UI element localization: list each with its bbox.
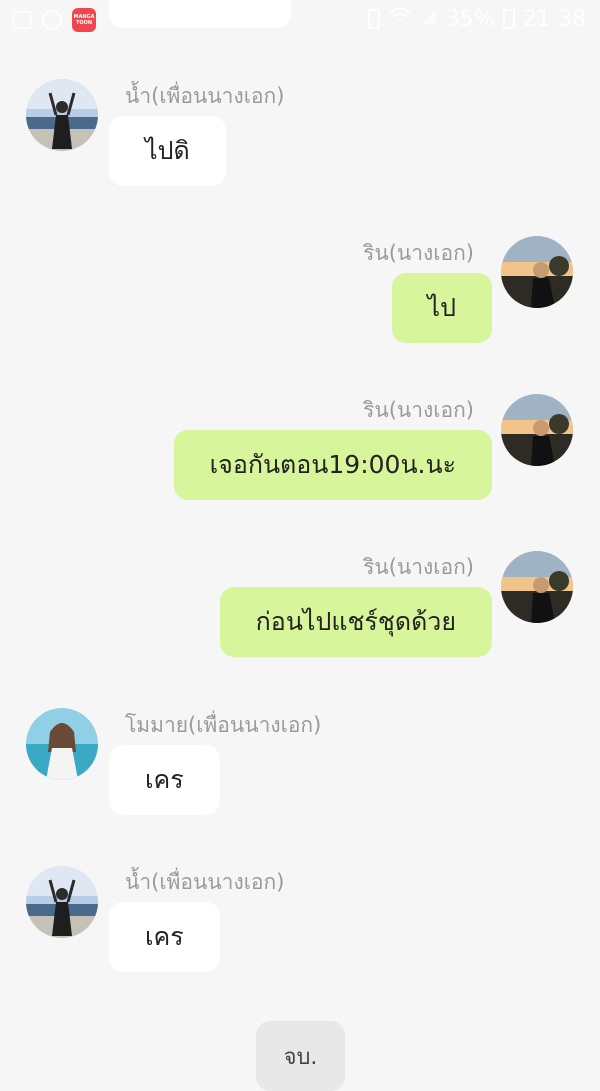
sunset-girl-icon xyxy=(501,236,573,308)
wifi-icon xyxy=(388,6,412,32)
signal-icon xyxy=(420,6,438,32)
avatar-beach-girl[interactable] xyxy=(26,79,98,151)
gallery-icon xyxy=(12,11,32,29)
message-text: เจอกันตอน19:00น.นะ xyxy=(209,450,456,479)
sender-name: น้ำ(เพื่อนนางเอก) xyxy=(125,870,285,894)
sender-name: ริน(นางเอก) xyxy=(363,398,474,422)
message-bubble[interactable]: เจอกันตอน19:00น.นะ xyxy=(173,430,492,500)
end-marker: จบ. xyxy=(256,1021,345,1091)
status-bar: MANGA TOON 35% 21:38 xyxy=(0,0,600,40)
sender-name: ริน(นางเอก) xyxy=(363,241,474,265)
avatar-sunset-girl[interactable] xyxy=(501,236,573,308)
battery-percent: 35% xyxy=(445,6,495,32)
end-text: จบ. xyxy=(283,1044,318,1070)
message-bubble[interactable]: เคร xyxy=(109,902,220,972)
message-bubble[interactable]: ก่อนไปแชร์ชุดด้วย xyxy=(219,587,492,657)
beach-girl-icon xyxy=(26,79,98,151)
message-text: ไปดิ xyxy=(145,136,190,165)
beach-girl-icon xyxy=(26,866,98,938)
sunset-girl-icon xyxy=(501,551,573,623)
messenger-icon xyxy=(42,10,62,30)
message-text: ก่อนไปแชร์ชุดด้วย xyxy=(255,607,456,636)
message-bubble[interactable]: ไป xyxy=(391,273,492,343)
avatar-sunset-girl[interactable] xyxy=(501,394,573,466)
sim-icon xyxy=(367,9,380,29)
avatar-sunset-girl[interactable] xyxy=(501,551,573,623)
message-bubble[interactable]: ไปดิ xyxy=(109,116,226,186)
message-text: ไป xyxy=(427,293,456,322)
sender-name: ริน(นางเอก) xyxy=(363,555,474,579)
message-bubble[interactable]: เคร xyxy=(109,745,220,815)
seaside-girl-icon xyxy=(26,708,98,780)
sender-name: น้ำ(เพื่อนนางเอก) xyxy=(125,84,285,108)
sunset-girl-icon xyxy=(501,394,573,466)
message-text: เคร xyxy=(145,922,184,951)
avatar-beach-girl[interactable] xyxy=(26,866,98,938)
mangatoon-app-icon: MANGA TOON xyxy=(72,8,96,32)
sender-name: โมมาย(เพื่อนนางเอก) xyxy=(125,713,322,737)
message-text: เคร xyxy=(145,765,184,794)
previous-message-bubble xyxy=(109,0,291,28)
avatar-seaside-girl[interactable] xyxy=(26,708,98,780)
battery-icon xyxy=(502,9,515,29)
clock: 21:38 xyxy=(522,6,586,32)
